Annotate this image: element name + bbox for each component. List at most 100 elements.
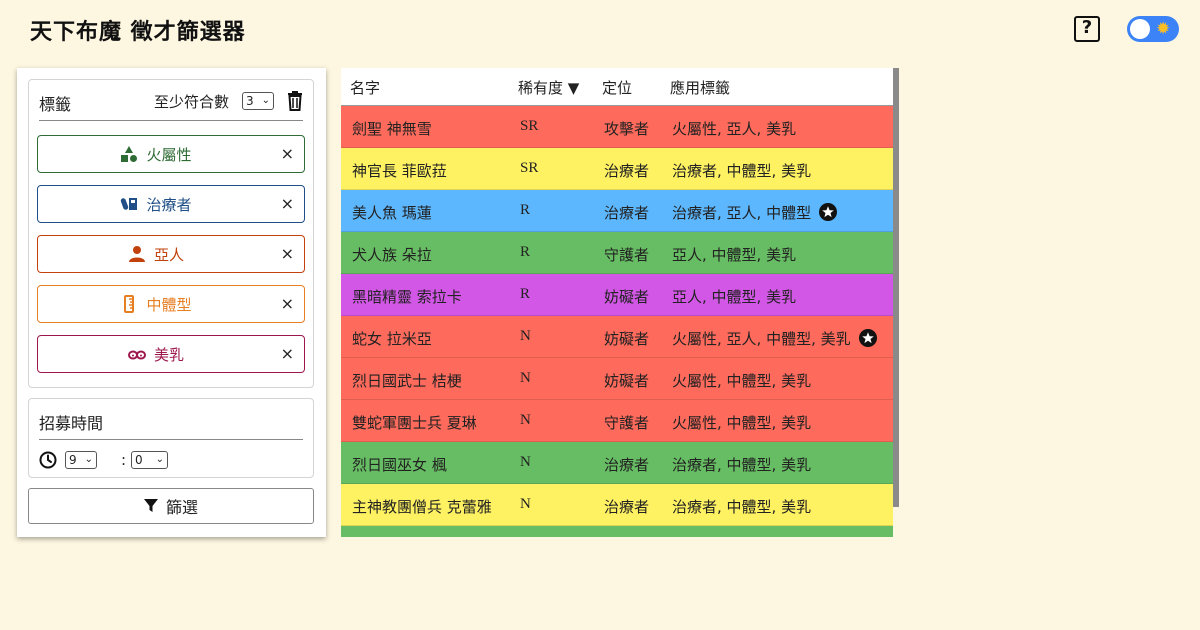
column-header-role[interactable]: 定位: [602, 77, 632, 98]
cell-tags-text: 治療者, 中體型, 美乳: [672, 498, 812, 516]
cell-rarity: N: [520, 412, 531, 428]
cell-tags-text: 火屬性, 中體型, 美乳: [672, 414, 812, 432]
cell-rarity: N: [520, 370, 531, 386]
cell-tags: 治療者, 中體型, 美乳: [672, 454, 811, 475]
tags-label: 標籤: [39, 95, 72, 114]
results-table: 劍聖 神無雪 SR 攻擊者 火屬性, 亞人, 美乳 神官長 菲歐菈 SR 治療者…: [341, 68, 899, 537]
tag-chip-content: 美乳: [38, 336, 274, 372]
cell-tags-text: 火屬性, 中體型, 美乳: [672, 372, 812, 390]
clock-icon: [39, 451, 57, 469]
tag-chip-content: 中體型: [38, 286, 274, 322]
tag-chip-label: 美乳: [153, 345, 184, 364]
star-icon: [819, 203, 838, 221]
tag-chip-label: 亞人: [153, 245, 184, 264]
medicine-icon: [120, 195, 138, 213]
cell-tags-text: 治療者, 亞人, 中體型: [672, 204, 812, 222]
cell-role: 治療者: [604, 204, 650, 222]
cell-tags-text: 亞人, 中體型, 美乳: [672, 288, 797, 306]
table-row[interactable]: [341, 526, 893, 537]
table-row[interactable]: 黑暗精靈 索拉卡 R 妨礙者 亞人, 中體型, 美乳: [341, 274, 893, 316]
cell-rarity: SR: [520, 118, 539, 134]
help-button[interactable]: ?: [1074, 16, 1100, 42]
tag-chip-content: 亞人: [38, 236, 274, 272]
column-header-name[interactable]: 名字: [350, 77, 380, 98]
cell-tags: 火屬性, 中體型, 美乳: [672, 412, 811, 433]
cell-rarity: R: [520, 202, 531, 218]
cell-tags-text: 治療者, 中體型, 美乳: [672, 162, 812, 180]
tag-chip[interactable]: 治療者 ×: [37, 185, 305, 223]
hour-select[interactable]: 9 ⌄: [65, 451, 97, 469]
cell-tags: 亞人, 中體型, 美乳: [672, 286, 796, 307]
cell-rarity: N: [520, 454, 531, 470]
cell-role: 妨礙者: [604, 330, 650, 348]
column-header-rarity[interactable]: 稀有度 ▼: [518, 77, 579, 98]
table-row[interactable]: 劍聖 神無雪 SR 攻擊者 火屬性, 亞人, 美乳: [341, 106, 893, 148]
column-header-tags[interactable]: 應用標籤: [670, 77, 730, 98]
remove-tag-button[interactable]: ×: [281, 136, 294, 172]
tag-chip[interactable]: 美乳 ×: [37, 335, 305, 373]
cell-rarity: N: [520, 328, 531, 344]
cell-role: 守護者: [604, 246, 650, 264]
remove-tag-button[interactable]: ×: [281, 186, 294, 222]
cell-name: 美人魚 瑪蓮: [352, 204, 432, 222]
tags-card-header: 標籤 至少符合數 3 ⌄: [39, 91, 303, 121]
theme-toggle[interactable]: ✹: [1127, 16, 1179, 42]
cell-name: 主神教團僧兵 克蕾雅: [352, 498, 492, 516]
min-match-value: 3: [246, 94, 254, 108]
cell-name: 犬人族 朵拉: [352, 246, 432, 264]
cell-name: 劍聖 神無雪: [352, 120, 432, 138]
time-colon: :: [121, 451, 127, 469]
minute-select[interactable]: 0 ⌄: [131, 451, 168, 469]
tag-chip-label: 治療者: [146, 195, 192, 214]
cell-rarity: R: [520, 286, 531, 302]
cell-role: 妨礙者: [604, 372, 650, 390]
hour-value: 9: [69, 453, 77, 467]
tag-chip[interactable]: 中體型 ×: [37, 285, 305, 323]
remove-tag-button[interactable]: ×: [281, 286, 294, 322]
time-row: 9 ⌄ : 0 ⌄: [39, 451, 299, 471]
cell-name: 神官長 菲歐菈: [352, 162, 447, 180]
cell-tags: 治療者, 亞人, 中體型: [672, 202, 838, 223]
table-row[interactable]: 主神教團僧兵 克蕾雅 N 治療者 治療者, 中體型, 美乳: [341, 484, 893, 526]
cell-tags: 火屬性, 亞人, 中體型, 美乳: [672, 328, 877, 349]
cell-rarity: R: [520, 244, 531, 260]
bust-icon: [127, 345, 146, 363]
cell-name: 蛇女 拉米亞: [352, 330, 432, 348]
cell-tags-text: 治療者, 中體型, 美乳: [672, 456, 812, 474]
tag-chip[interactable]: 亞人 ×: [37, 235, 305, 273]
remove-tag-button[interactable]: ×: [281, 236, 294, 272]
tag-chip[interactable]: 火屬性 ×: [37, 135, 305, 173]
trash-icon[interactable]: [287, 91, 303, 111]
table-row[interactable]: 烈日國巫女 楓 N 治療者 治療者, 中體型, 美乳: [341, 442, 893, 484]
table-body: 劍聖 神無雪 SR 攻擊者 火屬性, 亞人, 美乳 神官長 菲歐菈 SR 治療者…: [341, 106, 893, 537]
cell-name: 黑暗精靈 索拉卡: [352, 288, 462, 306]
time-label: 招募時間: [39, 414, 104, 433]
star-icon: [858, 329, 877, 347]
cell-tags: 亞人, 中體型, 美乳: [672, 244, 796, 265]
filter-button[interactable]: 篩選: [28, 488, 314, 524]
min-match-label: 至少符合數: [154, 93, 230, 111]
scrollbar[interactable]: [893, 68, 899, 507]
min-match-select[interactable]: 3 ⌄: [242, 92, 274, 110]
cell-role: 治療者: [604, 162, 650, 180]
cell-tags: 火屬性, 中體型, 美乳: [672, 370, 811, 391]
table-row[interactable]: 犬人族 朵拉 R 守護者 亞人, 中體型, 美乳: [341, 232, 893, 274]
cell-rarity: SR: [520, 160, 539, 176]
cell-role: 治療者: [604, 498, 650, 516]
person-icon: [128, 245, 146, 263]
table-row[interactable]: 雙蛇軍團士兵 夏琳 N 守護者 火屬性, 中體型, 美乳: [341, 400, 893, 442]
ruler-icon: [120, 295, 138, 313]
cell-name: 烈日國巫女 楓: [352, 456, 447, 474]
time-card: 招募時間 9 ⌄ : 0 ⌄: [28, 398, 314, 478]
table-row[interactable]: 烈日國武士 桔梗 N 妨礙者 火屬性, 中體型, 美乳: [341, 358, 893, 400]
table-row[interactable]: 美人魚 瑪蓮 R 治療者 治療者, 亞人, 中體型: [341, 190, 893, 232]
cell-tags-text: 火屬性, 亞人, 美乳: [672, 120, 797, 138]
cell-rarity: N: [520, 496, 531, 512]
cell-tags: 火屬性, 亞人, 美乳: [672, 118, 796, 139]
table-row[interactable]: 神官長 菲歐菈 SR 治療者 治療者, 中體型, 美乳: [341, 148, 893, 190]
chevron-down-icon: ⌄: [84, 454, 93, 465]
table-row[interactable]: 蛇女 拉米亞 N 妨礙者 火屬性, 亞人, 中體型, 美乳: [341, 316, 893, 358]
remove-tag-button[interactable]: ×: [281, 336, 294, 372]
tags-card: 標籤 至少符合數 3 ⌄ 火屬性 × 治療者 × 亞人 × 中體型 × 美乳 ×: [28, 79, 314, 388]
cell-role: 守護者: [604, 414, 650, 432]
